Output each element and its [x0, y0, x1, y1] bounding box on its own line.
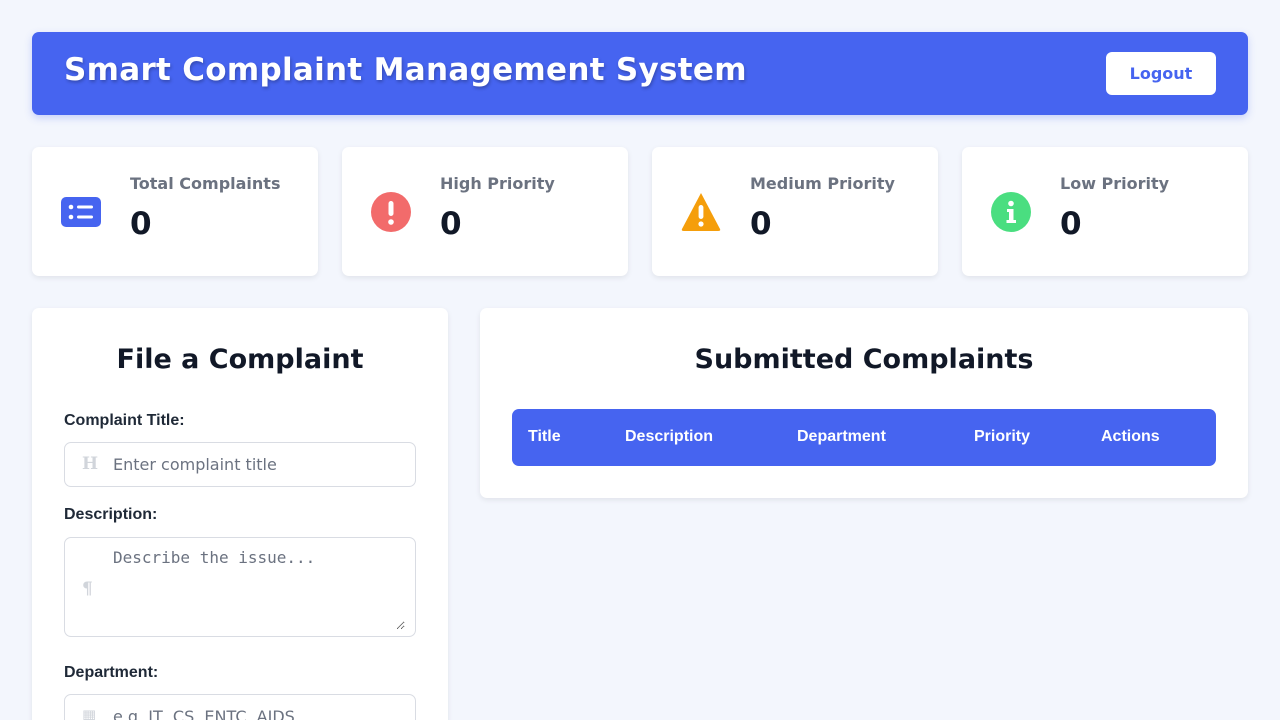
department-field: ▦ — [64, 694, 416, 720]
list-icon — [61, 197, 101, 227]
stat-card-total: Total Complaints 0 — [32, 147, 318, 276]
stat-card-high: High Priority 0 — [342, 147, 628, 276]
column-header-priority: Priority — [974, 428, 1031, 445]
heading-icon: H — [82, 454, 99, 474]
description-textarea[interactable] — [113, 548, 405, 630]
description-field: ¶ — [64, 537, 416, 637]
stat-label: Medium Priority — [750, 174, 895, 193]
logout-button[interactable]: Logout — [1106, 52, 1216, 95]
department-input[interactable] — [113, 695, 405, 720]
title-label: Complaint Title: — [64, 412, 185, 429]
stat-value: 0 — [440, 206, 462, 242]
stat-label: Low Priority — [1060, 174, 1170, 193]
title-field: H — [64, 442, 416, 487]
complaint-title-input[interactable] — [113, 443, 405, 486]
stat-label: Total Complaints — [130, 174, 281, 193]
submitted-complaints: Submitted Complaints Title Description D… — [480, 308, 1248, 498]
warning-triangle-icon — [681, 193, 721, 231]
app-header: Smart Complaint Management System Logout — [32, 32, 1248, 115]
column-header-description: Description — [625, 428, 714, 445]
table-title: Submitted Complaints — [694, 344, 1034, 375]
exclamation-circle-icon — [371, 192, 411, 232]
description-label: Description: — [64, 506, 158, 523]
stat-card-medium: Medium Priority 0 — [652, 147, 938, 276]
form-title: File a Complaint — [116, 344, 364, 375]
info-circle-icon — [991, 192, 1031, 232]
stat-card-low: Low Priority 0 — [962, 147, 1248, 276]
column-header-actions: Actions — [1101, 428, 1160, 445]
table-header: Title Description Department Priority Ac… — [512, 409, 1216, 466]
column-header-title: Title — [528, 428, 561, 445]
stat-value: 0 — [130, 206, 152, 242]
department-label: Department: — [64, 664, 159, 681]
column-header-department: Department — [797, 428, 886, 445]
app-title: Smart Complaint Management System — [64, 52, 747, 88]
building-icon: ▦ — [82, 706, 97, 720]
complaint-form: File a Complaint Complaint Title: H Desc… — [32, 308, 448, 720]
stat-label: High Priority — [440, 174, 555, 193]
paragraph-icon: ¶ — [82, 579, 93, 599]
stat-value: 0 — [1060, 206, 1082, 242]
stat-value: 0 — [750, 206, 772, 242]
